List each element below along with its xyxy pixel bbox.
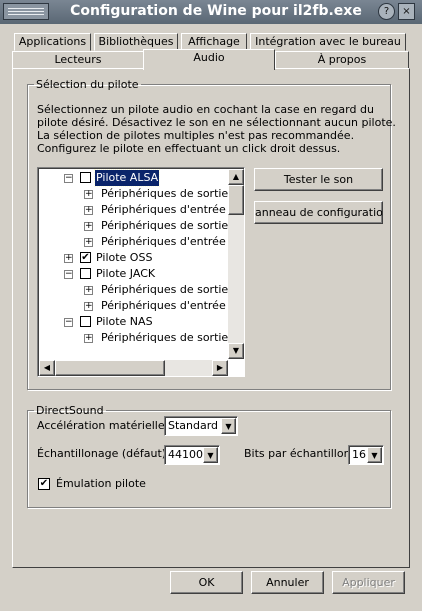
tab-audio[interactable]: Audio [143, 49, 275, 70]
expand-icon[interactable]: + [84, 286, 93, 295]
expand-icon[interactable]: + [84, 302, 93, 311]
window-menu-button[interactable] [3, 3, 49, 20]
tree-device-node[interactable]: + Périphériques d'entrée MI [38, 234, 228, 250]
help-icon: ? [383, 6, 390, 17]
expand-icon[interactable]: + [64, 254, 73, 263]
check-icon: ✔ [39, 478, 49, 489]
bits-select[interactable]: 16 ▼ [348, 445, 384, 465]
sample-rate-select[interactable]: 44100 ▼ [164, 445, 220, 465]
driver-checkbox[interactable]: ✔ [80, 252, 91, 263]
help-button[interactable]: ? [378, 3, 395, 20]
expand-icon[interactable]: + [84, 206, 93, 215]
description-line: La sélection de pilotes multiples n'est … [37, 129, 355, 142]
sample-rate-value: 44100 [168, 448, 203, 461]
scroll-up-arrow[interactable]: ▲ [228, 169, 244, 185]
tree-vertical-scrollbar[interactable]: ▲ ▼ [228, 169, 244, 359]
scroll-down-arrow[interactable]: ▼ [228, 343, 244, 359]
description-line: Sélectionnez un pilote audio en cochant … [37, 103, 374, 116]
driver-tree[interactable]: −Pilote ALSA+Périphériques de sortie W+P… [37, 167, 245, 377]
driver-checkbox[interactable] [80, 316, 91, 327]
expand-icon[interactable]: + [84, 334, 93, 343]
tab-applications[interactable]: Applications [14, 33, 91, 51]
tree-device-node[interactable]: + Périphériques de sortie W [38, 282, 228, 298]
test-sound-button[interactable]: Tester le son [254, 168, 383, 191]
ok-button[interactable]: OK [170, 571, 243, 594]
scroll-left-arrow[interactable]: ◀ [39, 360, 55, 376]
tree-node-label: Périphériques de sortie W [101, 187, 228, 200]
expand-icon[interactable]: + [84, 222, 93, 231]
driver-description: Sélectionnez un pilote audio en cochant … [37, 103, 396, 155]
hw-accel-value: Standard [168, 419, 219, 432]
driver-checkbox[interactable] [80, 172, 91, 183]
bits-value: 16 [352, 448, 366, 461]
emulation-label: Émulation pilote [56, 477, 146, 490]
collapse-icon[interactable]: − [64, 270, 73, 279]
tree-device-node[interactable]: + Périphériques de sortie M [38, 218, 228, 234]
tree-driver-node[interactable]: − Pilote JACK [38, 266, 228, 282]
close-button[interactable]: × [398, 3, 415, 20]
chevron-down-icon[interactable]: ▼ [367, 447, 382, 463]
tree-device-node[interactable]: + Périphériques de sortie W [38, 186, 228, 202]
description-line: Configurez le pilote en effectuant un cl… [37, 142, 341, 155]
tree-node-label: Pilote JACK [96, 267, 156, 280]
tree-driver-node[interactable]: + ✔ Pilote OSS [38, 250, 228, 266]
scroll-thumb-horizontal[interactable] [55, 360, 165, 376]
window-title: Configuration de Wine pour il2fb.exe [70, 3, 362, 19]
tree-driver-node[interactable]: − Pilote NAS [38, 314, 228, 330]
tree-driver-node[interactable]: − Pilote ALSA [38, 169, 228, 187]
bits-label: Bits par échantillon [244, 447, 351, 460]
hw-accel-select[interactable]: Standard ▼ [164, 416, 238, 436]
tree-node-label: Périphériques d'entrée MI [101, 235, 228, 248]
emulation-checkbox[interactable]: ✔ [38, 478, 50, 490]
tab-a-propos[interactable]: À propos [275, 51, 409, 69]
tree-node-label: Pilote ALSA [93, 169, 161, 187]
title-bar[interactable]: Configuration de Wine pour il2fb.exe ? × [0, 0, 422, 24]
chevron-down-icon[interactable]: ▼ [221, 418, 236, 434]
collapse-icon[interactable]: − [64, 318, 73, 327]
config-panel-button[interactable]: anneau de configuratio [254, 201, 383, 224]
tree-node-label: Périphériques de sortie M [101, 219, 228, 232]
tree-device-node[interactable]: + Périphériques de sortie W [38, 330, 228, 346]
cancel-button[interactable]: Annuler [251, 571, 324, 594]
hw-accel-label: Accélération matérielle : [37, 419, 172, 432]
tree-horizontal-scrollbar[interactable]: ◀ ▶ [39, 360, 228, 376]
scroll-right-arrow[interactable]: ▶ [212, 360, 228, 376]
driver-checkbox[interactable] [80, 268, 91, 279]
scroll-thumb[interactable] [228, 185, 244, 215]
collapse-icon[interactable]: − [64, 174, 73, 183]
tree-node-label: Pilote NAS [96, 315, 153, 328]
driver-selection-legend: Sélection du pilote [36, 78, 139, 91]
close-icon: × [402, 6, 411, 17]
description-line: pilote désiré. Désactivez le son en ne s… [37, 116, 396, 129]
chevron-down-icon[interactable]: ▼ [203, 447, 218, 463]
tree-node-label: Périphériques de sortie W [101, 331, 228, 344]
tree-node-label: Périphériques de sortie W [101, 283, 228, 296]
tree-content: −Pilote ALSA+Périphériques de sortie W+P… [38, 168, 228, 360]
expand-icon[interactable]: + [84, 190, 93, 199]
directsound-legend: DirectSound [36, 404, 104, 417]
tree-node-label: Périphériques d'entrée Wa [101, 299, 228, 312]
expand-icon[interactable]: + [84, 238, 93, 247]
tree-node-label: Périphériques d'entrée Wa [101, 203, 228, 216]
apply-button[interactable]: Appliquer [332, 571, 405, 594]
tree-node-label: Pilote OSS [96, 251, 153, 264]
tree-device-node[interactable]: + Périphériques d'entrée Wa [38, 298, 228, 314]
tab-lecteurs[interactable]: Lecteurs [12, 51, 144, 69]
sample-rate-label: Échantillonage (défaut) [37, 447, 167, 460]
tree-device-node[interactable]: + Périphériques d'entrée Wa [38, 202, 228, 218]
